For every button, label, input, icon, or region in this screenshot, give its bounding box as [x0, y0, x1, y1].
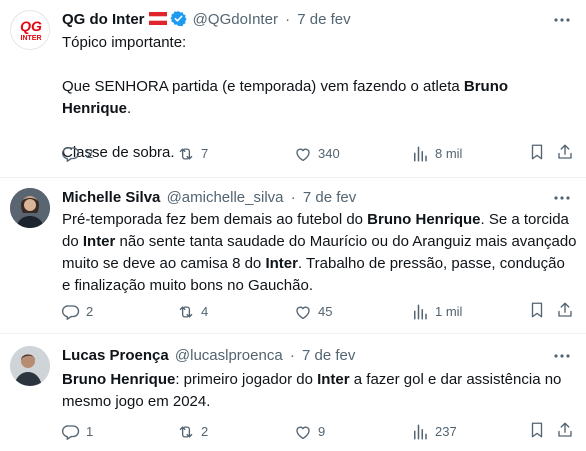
tweet-paragraph: Tópico importante:: [62, 34, 187, 51]
author-handle[interactable]: @QGdoInter: [193, 11, 278, 28]
author-name[interactable]: QG do Inter: [62, 11, 145, 28]
bookmark-icon: [531, 422, 543, 438]
tweet-actions: 2 7 340 8 mil: [62, 143, 577, 165]
tweet-header: QG do Inter @QGdoInter · 7 de fev: [62, 10, 351, 30]
bookmark-button[interactable]: [528, 143, 546, 161]
share-icon: [558, 144, 572, 159]
tweet[interactable]: QG INTER QG do Inter @QGdoInter · 7 de f…: [0, 0, 586, 176]
views-chart-icon: [414, 424, 427, 440]
more-options-button[interactable]: [552, 346, 572, 366]
tweet-actions: 2 4 45 1 mil: [62, 301, 577, 323]
reply-button[interactable]: 2: [62, 143, 93, 165]
bookmark-icon: [531, 144, 543, 160]
avatar[interactable]: [10, 346, 50, 386]
views-chart-icon: [414, 304, 427, 320]
user-photo-icon: [10, 188, 50, 228]
author-handle[interactable]: @lucaslproenca: [175, 347, 283, 364]
bold-text: Bruno Henrique: [367, 211, 481, 228]
heart-icon: [296, 148, 310, 162]
more-icon: [554, 18, 570, 22]
bold-text: Bruno Henrique: [62, 371, 176, 388]
qg-inter-logo-icon: QG INTER: [12, 12, 49, 49]
bookmark-button[interactable]: [528, 421, 546, 439]
like-button[interactable]: 340: [294, 143, 340, 165]
avatar[interactable]: [10, 188, 50, 228]
views-button[interactable]: 1 mil: [411, 301, 462, 323]
repost-count: 4: [201, 304, 209, 319]
reply-count: 2: [86, 304, 94, 319]
repost-icon: [179, 306, 193, 318]
bookmark-button[interactable]: [528, 301, 546, 319]
austria-flag-icon: [148, 11, 167, 25]
avatar-logo-top: QG: [20, 18, 42, 34]
tweet-text: Bruno Henrique: primeiro jogador do Inte…: [62, 369, 577, 413]
heart-icon: [296, 426, 310, 440]
view-count: 237: [435, 424, 457, 439]
views-chart-icon: [414, 146, 427, 162]
bookmark-icon: [531, 302, 543, 318]
like-count: 9: [318, 424, 326, 439]
tweet-text: Pré-temporada fez bem demais ao futebol …: [62, 209, 577, 297]
reply-button[interactable]: 1: [62, 421, 93, 443]
like-count: 45: [318, 304, 333, 319]
reply-count: 2: [86, 146, 94, 161]
share-icon: [558, 302, 572, 317]
reply-icon: [62, 147, 80, 162]
repost-button[interactable]: 7: [177, 143, 208, 165]
tweet[interactable]: Michelle Silva @amichelle_silva · 7 de f…: [0, 178, 586, 332]
views-button[interactable]: 237: [411, 421, 457, 443]
view-count: 1 mil: [435, 304, 463, 319]
author-handle[interactable]: @amichelle_silva: [167, 189, 284, 206]
more-options-button[interactable]: [552, 188, 572, 208]
reply-button[interactable]: 2: [62, 301, 93, 323]
verified-badge-icon: [169, 10, 187, 27]
repost-button[interactable]: 2: [177, 421, 208, 443]
tweet-date[interactable]: 7 de fev: [297, 11, 350, 28]
tweet-paragraph: Pré-temporada fez bem demais ao futebol …: [62, 211, 577, 294]
tweet-header: Michelle Silva @amichelle_silva · 7 de f…: [62, 188, 356, 208]
view-count: 8 mil: [435, 146, 463, 161]
separator-dot: ·: [285, 11, 291, 28]
tweet[interactable]: Lucas Proença @lucaslproenca · 7 de fev …: [0, 334, 586, 451]
author-name[interactable]: Lucas Proença: [62, 347, 169, 364]
separator-dot: ·: [289, 347, 295, 364]
user-photo-icon: [10, 346, 50, 386]
tweet-paragraph: Que SENHORA partida (e temporada) vem fa…: [62, 78, 509, 117]
like-button[interactable]: 9: [294, 421, 325, 443]
avatar[interactable]: QG INTER: [10, 10, 50, 50]
like-button[interactable]: 45: [294, 301, 332, 323]
tweet-paragraph: Bruno Henrique: primeiro jogador do Inte…: [62, 371, 562, 410]
bold-text: Inter: [265, 255, 298, 272]
bold-text: Bruno Henrique: [62, 78, 509, 117]
bold-text: Inter: [82, 233, 116, 250]
bold-text: Inter: [317, 371, 350, 388]
repost-button[interactable]: 4: [177, 301, 208, 323]
views-button[interactable]: 8 mil: [411, 143, 462, 165]
repost-count: 2: [201, 424, 209, 439]
reply-icon: [62, 305, 80, 320]
tweet-date[interactable]: 7 de fev: [302, 347, 355, 364]
tweet-header: Lucas Proença @lucaslproenca · 7 de fev: [62, 346, 355, 366]
more-options-button[interactable]: [552, 10, 572, 30]
reply-count: 1: [86, 424, 94, 439]
share-button[interactable]: [556, 301, 574, 319]
share-button[interactable]: [556, 421, 574, 439]
tweet-actions: 1 2 9 237: [62, 421, 577, 443]
more-icon: [554, 196, 570, 200]
share-button[interactable]: [556, 143, 574, 161]
repost-count: 7: [201, 146, 209, 161]
repost-icon: [179, 426, 193, 438]
like-count: 340: [318, 146, 340, 161]
repost-icon: [179, 148, 193, 160]
more-icon: [554, 354, 570, 358]
author-name[interactable]: Michelle Silva: [62, 189, 160, 206]
avatar-logo-bottom: INTER: [21, 35, 42, 42]
tweet-date[interactable]: 7 de fev: [303, 189, 356, 206]
separator-dot: ·: [290, 189, 296, 206]
share-icon: [558, 422, 572, 437]
reply-icon: [62, 425, 80, 440]
heart-icon: [296, 306, 310, 320]
